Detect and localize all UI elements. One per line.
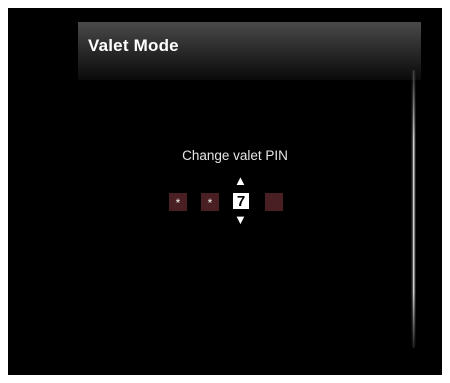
pin-digit-3[interactable]: 7: [232, 192, 250, 210]
pin-digit-2[interactable]: *: [201, 193, 219, 211]
scrollbar[interactable]: [411, 70, 416, 348]
header-bar: Valet Mode: [78, 22, 421, 80]
page-title: Valet Mode: [88, 36, 179, 55]
pin-prompt: Change valet PIN: [182, 148, 288, 163]
down-arrow-icon[interactable]: ▼: [234, 213, 247, 226]
pin-digit-1[interactable]: *: [169, 193, 187, 211]
pin-digit-4[interactable]: [265, 193, 283, 211]
valet-mode-screen: Valet Mode Change valet PIN * * ▲ 7 ▼: [8, 8, 442, 375]
up-arrow-icon[interactable]: ▲: [234, 174, 247, 187]
